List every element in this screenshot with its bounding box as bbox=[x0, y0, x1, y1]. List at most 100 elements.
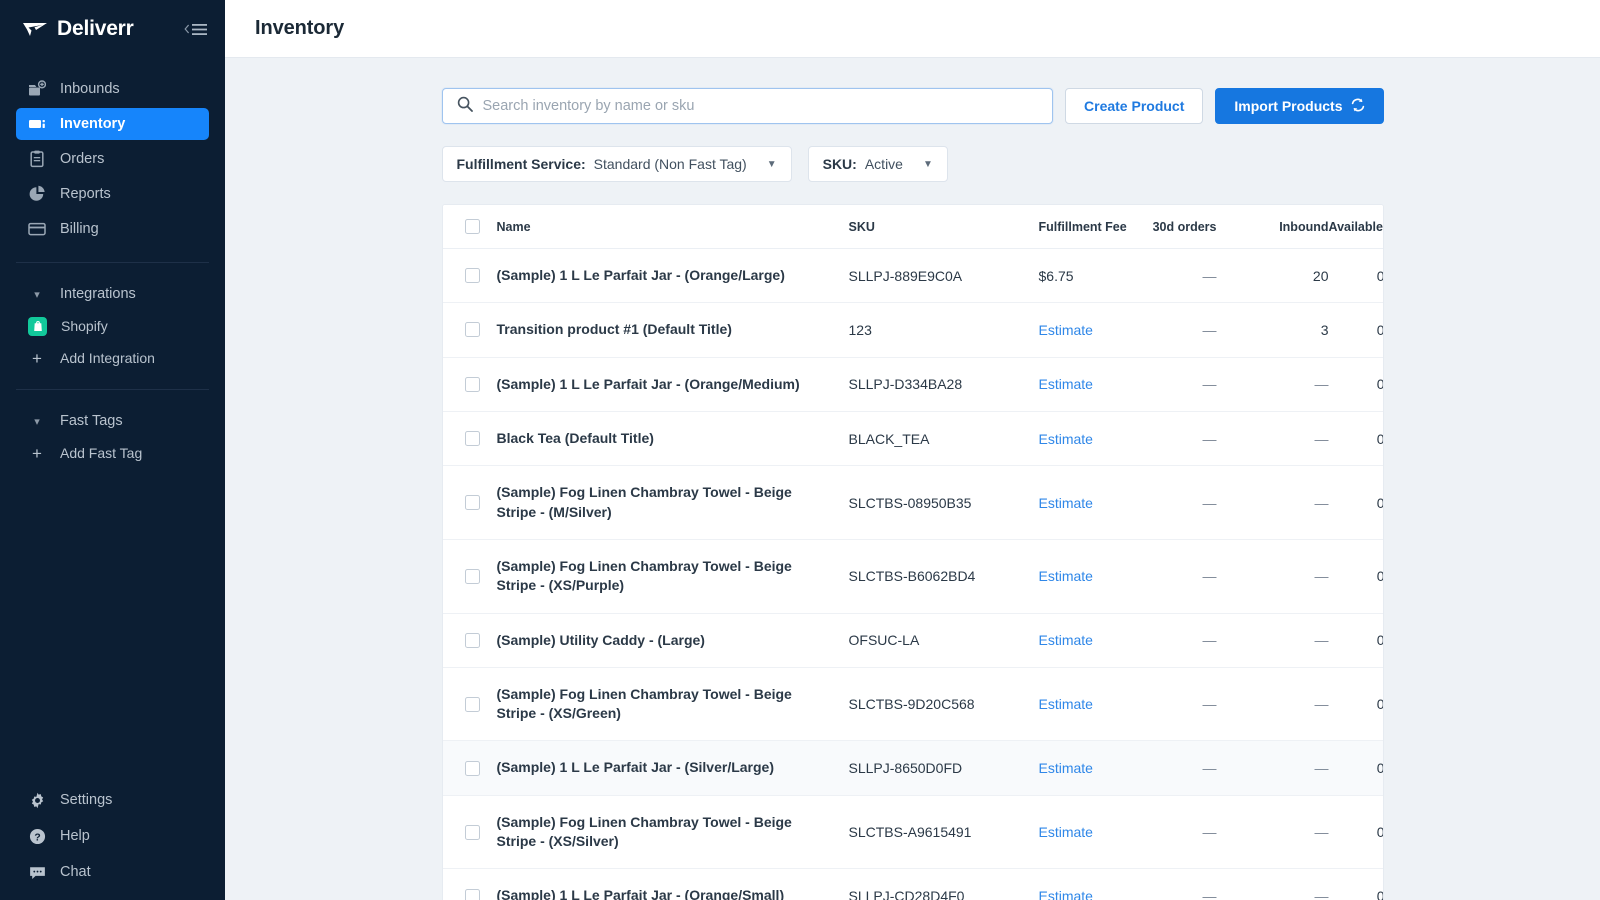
row-30d-orders: — bbox=[1135, 795, 1245, 869]
row-30d-orders: — bbox=[1135, 741, 1245, 795]
column-header-30d-orders[interactable]: 30d orders bbox=[1135, 205, 1245, 249]
row-name-cell: (Sample) 1 L Le Parfait Jar - (Orange/La… bbox=[497, 249, 849, 303]
brand[interactable]: Deliverr bbox=[22, 17, 184, 41]
row-inbound: — bbox=[1245, 411, 1329, 465]
estimate-link[interactable]: Estimate bbox=[1039, 696, 1093, 712]
column-header-fee[interactable]: Fulfillment Fee bbox=[1039, 205, 1135, 249]
sidebar-item-inbounds[interactable]: Inbounds bbox=[16, 73, 209, 105]
sidebar-item-reports[interactable]: Reports bbox=[16, 178, 209, 210]
fulfillment-service-filter[interactable]: Fulfillment Service: Standard (Non Fast … bbox=[442, 146, 792, 182]
sku-filter[interactable]: SKU: Active ▼ bbox=[808, 146, 948, 182]
sidebar-item-inventory[interactable]: Inventory bbox=[16, 108, 209, 140]
table-row[interactable]: (Sample) 1 L Le Parfait Jar - (Silver/La… bbox=[443, 741, 1384, 795]
row-sku: SLLPJ-D334BA28 bbox=[849, 357, 1039, 411]
sidebar-fasttags-section: ▾ Fast Tags + Add Fast Tag bbox=[0, 404, 225, 470]
chevron-down-icon: ▼ bbox=[767, 159, 777, 170]
row-sku: SLLPJ-8650D0FD bbox=[849, 741, 1039, 795]
row-fee-cell: Estimate bbox=[1039, 869, 1135, 900]
sidebar-item-chat[interactable]: Chat bbox=[16, 856, 209, 888]
sidebar-item-add-integration[interactable]: + Add Integration bbox=[16, 343, 209, 373]
row-checkbox[interactable] bbox=[465, 889, 480, 900]
estimate-link[interactable]: Estimate bbox=[1039, 322, 1093, 338]
estimate-link[interactable]: Estimate bbox=[1039, 568, 1093, 584]
estimate-link[interactable]: Estimate bbox=[1039, 824, 1093, 840]
sidebar-item-settings[interactable]: Settings bbox=[16, 784, 209, 816]
sidebar-item-help[interactable]: ? Help bbox=[16, 820, 209, 852]
row-30d-orders: — bbox=[1135, 466, 1245, 540]
row-sku: SLLPJ-CD28D4F0 bbox=[849, 869, 1039, 900]
sync-icon bbox=[1351, 98, 1365, 115]
column-header-sku[interactable]: SKU bbox=[849, 205, 1039, 249]
inventory-table: Name SKU Fulfillment Fee 30d orders Inbo… bbox=[443, 205, 1384, 900]
sidebar-item-orders[interactable]: Orders bbox=[16, 143, 209, 175]
row-checkbox[interactable] bbox=[465, 825, 480, 840]
search-box[interactable] bbox=[442, 88, 1054, 124]
row-fee-cell: Estimate bbox=[1039, 741, 1135, 795]
column-header-inbound[interactable]: Inbound bbox=[1245, 205, 1329, 249]
search-input[interactable] bbox=[483, 98, 1039, 114]
sidebar-item-label: Inventory bbox=[60, 116, 125, 132]
brand-name: Deliverr bbox=[57, 17, 134, 41]
sidebar-item-billing[interactable]: Billing bbox=[16, 213, 209, 245]
estimate-link[interactable]: Estimate bbox=[1039, 376, 1093, 392]
create-product-label: Create Product bbox=[1084, 98, 1184, 114]
row-checkbox[interactable] bbox=[465, 322, 480, 337]
row-checkbox[interactable] bbox=[465, 761, 480, 776]
product-name: (Sample) Fog Linen Chambray Towel - Beig… bbox=[497, 685, 849, 724]
row-checkbox[interactable] bbox=[465, 431, 480, 446]
select-all-checkbox[interactable] bbox=[465, 219, 480, 234]
table-row[interactable]: Transition product #1 (Default Title)123… bbox=[443, 303, 1384, 357]
row-inbound: 3 bbox=[1245, 303, 1329, 357]
reports-icon bbox=[28, 185, 46, 203]
row-select-cell bbox=[443, 466, 497, 540]
table-row[interactable]: (Sample) Fog Linen Chambray Towel - Beig… bbox=[443, 466, 1384, 540]
table-row[interactable]: (Sample) Fog Linen Chambray Towel - Beig… bbox=[443, 667, 1384, 741]
row-inbound: — bbox=[1245, 869, 1329, 900]
table-row[interactable]: (Sample) 1 L Le Parfait Jar - (Orange/Me… bbox=[443, 357, 1384, 411]
row-name-cell: (Sample) Fog Linen Chambray Towel - Beig… bbox=[497, 539, 849, 613]
estimate-link[interactable]: Estimate bbox=[1039, 888, 1093, 900]
row-30d-orders: — bbox=[1135, 667, 1245, 741]
create-product-button[interactable]: Create Product bbox=[1065, 88, 1203, 124]
table-row[interactable]: (Sample) Fog Linen Chambray Towel - Beig… bbox=[443, 795, 1384, 869]
row-30d-orders: — bbox=[1135, 249, 1245, 303]
sidebar-item-add-fast-tag[interactable]: + Add Fast Tag bbox=[16, 438, 209, 468]
sidebar-item-shopify[interactable]: Shopify bbox=[16, 311, 209, 341]
sidebar-integrations-section: ▾ Integrations Shopify + Add Integration bbox=[0, 277, 225, 375]
row-fee-cell: Estimate bbox=[1039, 411, 1135, 465]
sidebar: Deliverr Inbounds Inventory bbox=[0, 0, 225, 900]
import-products-button[interactable]: Import Products bbox=[1215, 88, 1383, 124]
row-checkbox[interactable] bbox=[465, 633, 480, 648]
table-row[interactable]: Black Tea (Default Title)BLACK_TEAEstima… bbox=[443, 411, 1384, 465]
estimate-link[interactable]: Estimate bbox=[1039, 431, 1093, 447]
row-checkbox[interactable] bbox=[465, 377, 480, 392]
fulfillment-service-label: Fulfillment Service: bbox=[457, 156, 586, 172]
estimate-link[interactable]: Estimate bbox=[1039, 495, 1093, 511]
column-header-name[interactable]: Name bbox=[497, 205, 849, 249]
svg-text:?: ? bbox=[34, 832, 40, 843]
collapse-menu-icon[interactable] bbox=[184, 23, 207, 36]
row-checkbox[interactable] bbox=[465, 495, 480, 510]
fulfillment-fee-value: $6.75 bbox=[1039, 268, 1074, 284]
row-name-cell: (Sample) 1 L Le Parfait Jar - (Silver/La… bbox=[497, 741, 849, 795]
integrations-label: Integrations bbox=[60, 286, 136, 302]
column-header-available[interactable]: Available▼ bbox=[1329, 205, 1384, 249]
table-row[interactable]: (Sample) Utility Caddy - (Large)OFSUC-LA… bbox=[443, 613, 1384, 667]
estimate-link[interactable]: Estimate bbox=[1039, 760, 1093, 776]
row-inbound: — bbox=[1245, 613, 1329, 667]
sidebar-bottom-nav: Settings ? Help Chat bbox=[0, 781, 225, 900]
row-available: 0 bbox=[1329, 667, 1384, 741]
row-checkbox[interactable] bbox=[465, 268, 480, 283]
row-fee-cell: $6.75 bbox=[1039, 249, 1135, 303]
product-name: (Sample) 1 L Le Parfait Jar - (Orange/La… bbox=[497, 266, 849, 285]
inventory-icon bbox=[28, 115, 46, 133]
table-row[interactable]: (Sample) 1 L Le Parfait Jar - (Orange/Sm… bbox=[443, 869, 1384, 900]
fast-tags-section-header[interactable]: ▾ Fast Tags bbox=[16, 406, 209, 436]
estimate-link[interactable]: Estimate bbox=[1039, 632, 1093, 648]
row-fee-cell: Estimate bbox=[1039, 303, 1135, 357]
table-row[interactable]: (Sample) Fog Linen Chambray Towel - Beig… bbox=[443, 539, 1384, 613]
row-checkbox[interactable] bbox=[465, 697, 480, 712]
integrations-section-header[interactable]: ▾ Integrations bbox=[16, 279, 209, 309]
row-checkbox[interactable] bbox=[465, 569, 480, 584]
table-row[interactable]: (Sample) 1 L Le Parfait Jar - (Orange/La… bbox=[443, 249, 1384, 303]
